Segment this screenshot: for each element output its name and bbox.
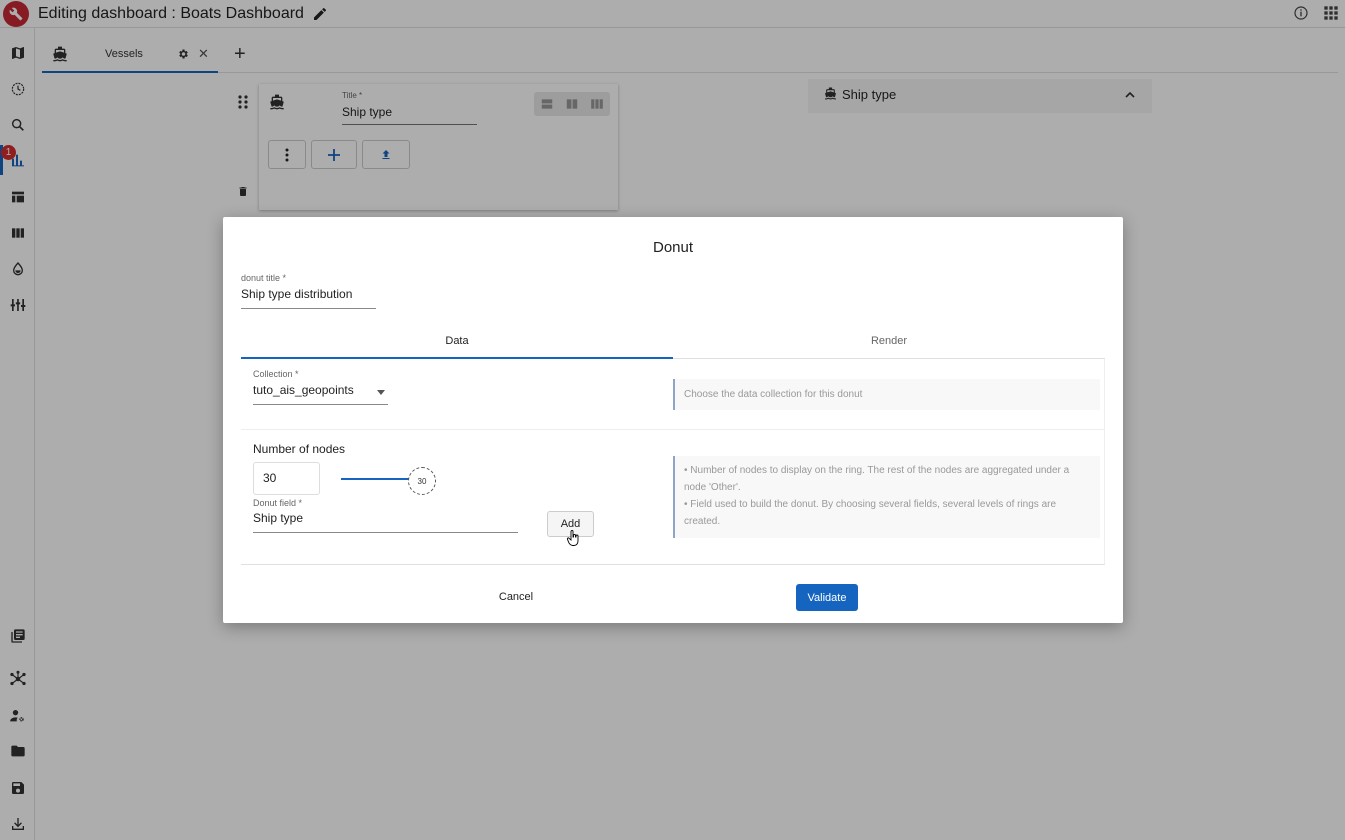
donut-title-input[interactable]: Ship type distribution <box>241 287 376 309</box>
donut-title-label: donut title * <box>241 273 287 283</box>
collection-hint-text: Choose the data collection for this donu… <box>684 389 863 400</box>
tab-data[interactable]: Data <box>241 335 673 359</box>
hand-pointer-icon <box>566 530 579 551</box>
chevron-down-icon[interactable] <box>377 390 385 395</box>
nodes-field-hint: • Number of nodes to display on the ring… <box>673 456 1100 538</box>
nodes-slider-track[interactable] <box>341 478 417 480</box>
section-divider <box>241 429 1105 430</box>
collection-label: Collection * <box>253 369 299 379</box>
donut-dialog: Donut donut title * Ship type distributi… <box>223 217 1123 623</box>
collection-select[interactable]: tuto_ais_geopoints <box>253 383 388 405</box>
donut-field-label: Donut field * <box>253 498 303 508</box>
donut-field-input[interactable]: Ship type <box>253 511 518 533</box>
nodes-slider-thumb[interactable]: 30 <box>408 467 436 495</box>
tab-render[interactable]: Render <box>673 335 1105 359</box>
cancel-button[interactable]: Cancel <box>485 587 547 607</box>
dialog-title: Donut <box>652 239 694 256</box>
hint-nodes-text: • Number of nodes to display on the ring… <box>684 465 1070 493</box>
hint-field-text: • Field used to build the donut. By choo… <box>684 499 1057 527</box>
nodes-number-input[interactable]: 30 <box>253 462 320 495</box>
validate-button[interactable]: Validate <box>796 584 858 611</box>
collection-hint: Choose the data collection for this donu… <box>673 379 1100 410</box>
nodes-title: Number of nodes <box>253 442 346 456</box>
